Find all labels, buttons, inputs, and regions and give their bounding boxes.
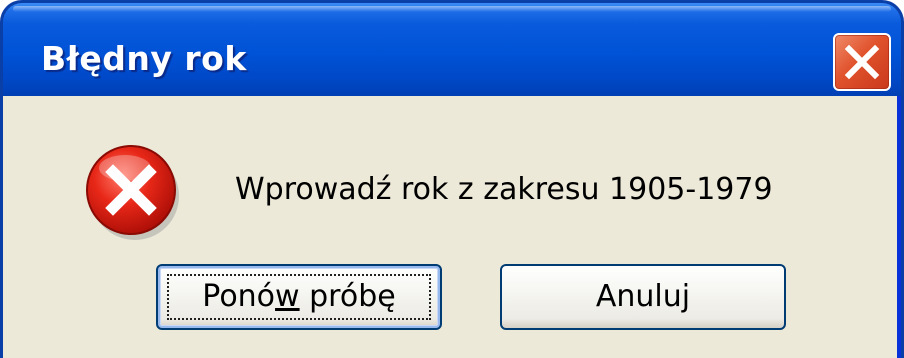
error-icon <box>86 145 179 240</box>
window-title: Błędny rok <box>41 39 247 78</box>
close-icon <box>844 44 880 80</box>
retry-label-mnemonic: w <box>275 279 300 314</box>
error-dialog: Błędny rok Wprowadź rok z zakresu 1905-1… <box>0 0 904 358</box>
retry-button[interactable]: Ponów próbę <box>156 264 442 330</box>
close-button[interactable] <box>833 33 891 91</box>
retry-button-label: Ponów próbę <box>202 279 395 314</box>
error-message: Wprowadź rok z zakresu 1905-1979 <box>235 172 773 207</box>
cancel-button-label: Anuluj <box>595 279 691 314</box>
window-border-right <box>897 96 901 358</box>
title-bar[interactable]: Błędny rok <box>0 0 904 96</box>
dialog-body: Wprowadź rok z zakresu 1905-1979 Ponów p… <box>0 96 904 358</box>
retry-label-suffix: próbę <box>299 279 396 314</box>
cancel-button[interactable]: Anuluj <box>500 264 786 330</box>
retry-label-prefix: Ponó <box>202 279 276 314</box>
